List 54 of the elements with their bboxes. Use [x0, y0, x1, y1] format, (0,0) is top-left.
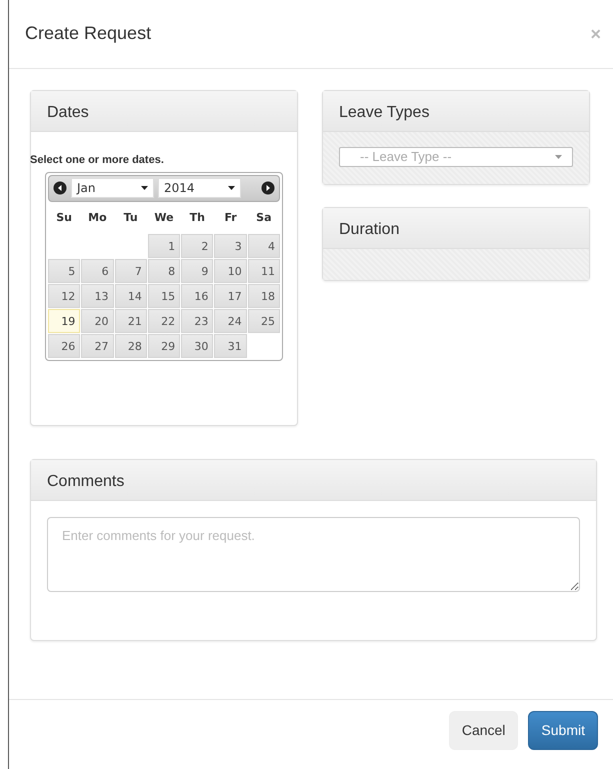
day-cell[interactable]: 12	[48, 284, 80, 308]
day-cell[interactable]: 7	[114, 259, 147, 283]
day-cell[interactable]: 3	[214, 234, 247, 258]
day-cell[interactable]: 23	[181, 309, 214, 333]
day-cell[interactable]: 1	[148, 234, 180, 258]
day-cell[interactable]: 27	[81, 334, 114, 358]
day-cell[interactable]: 26	[48, 334, 80, 358]
next-month-button[interactable]	[261, 181, 275, 195]
day-cell[interactable]: 15	[148, 284, 180, 308]
weekday-label: We	[153, 210, 175, 226]
panel-heading: Dates	[31, 91, 297, 132]
day-cell[interactable]: 9	[181, 259, 214, 283]
day-cell[interactable]: 4	[248, 234, 280, 258]
hint-text: Select one or more dates.	[30, 153, 165, 168]
day-cell[interactable]: 11	[248, 259, 280, 283]
day-cell[interactable]: 13	[81, 284, 114, 308]
day-cell[interactable]: 19	[48, 309, 80, 333]
comments-field[interactable]: Enter comments for your request.	[47, 517, 580, 592]
year-select[interactable]: 2014	[158, 178, 241, 198]
day-cell[interactable]: 24	[214, 309, 247, 333]
day-cell[interactable]: 25	[248, 309, 280, 333]
day-cell[interactable]: 14	[114, 284, 147, 308]
day-cell[interactable]: 31	[214, 334, 247, 358]
day-cell[interactable]: 20	[81, 309, 114, 333]
weekday-label: Su	[55, 210, 74, 226]
day-cell[interactable]: 29	[148, 334, 180, 358]
weekday-label: Mo	[87, 210, 108, 226]
day-cell[interactable]: 16	[181, 284, 214, 308]
weekday-label: Fr	[223, 210, 238, 226]
cancel-button[interactable]: Cancel	[448, 711, 518, 750]
day-cell[interactable]: 21	[114, 309, 147, 333]
day-cell[interactable]: 28	[114, 334, 147, 358]
month-select[interactable]: Jan	[71, 178, 154, 198]
caret-icon	[228, 186, 235, 190]
caret-icon	[141, 186, 148, 190]
day-cell[interactable]: 22	[148, 309, 180, 333]
day-cell[interactable]: 10	[214, 259, 247, 283]
dialog-title: Create Request	[25, 23, 152, 45]
panel-heading: Leave Types	[323, 91, 589, 132]
previous-month-button[interactable]	[53, 181, 67, 195]
day-cell[interactable]: 8	[148, 259, 180, 283]
weekday-label: Tu	[122, 210, 139, 226]
day-cell[interactable]: 2	[181, 234, 214, 258]
weekday-label: Sa	[255, 210, 273, 226]
caret-icon	[555, 155, 562, 159]
panel-heading: Duration	[323, 208, 589, 249]
submit-button[interactable]: Submit	[528, 711, 598, 750]
day-cell[interactable]: 18	[248, 284, 280, 308]
day-cell[interactable]: 5	[48, 259, 80, 283]
weekday-label: Th	[188, 210, 206, 226]
panel-heading: Comments	[31, 460, 596, 501]
day-cell[interactable]: 6	[81, 259, 114, 283]
day-cell[interactable]: 17	[214, 284, 247, 308]
day-cell[interactable]: 30	[181, 334, 214, 358]
